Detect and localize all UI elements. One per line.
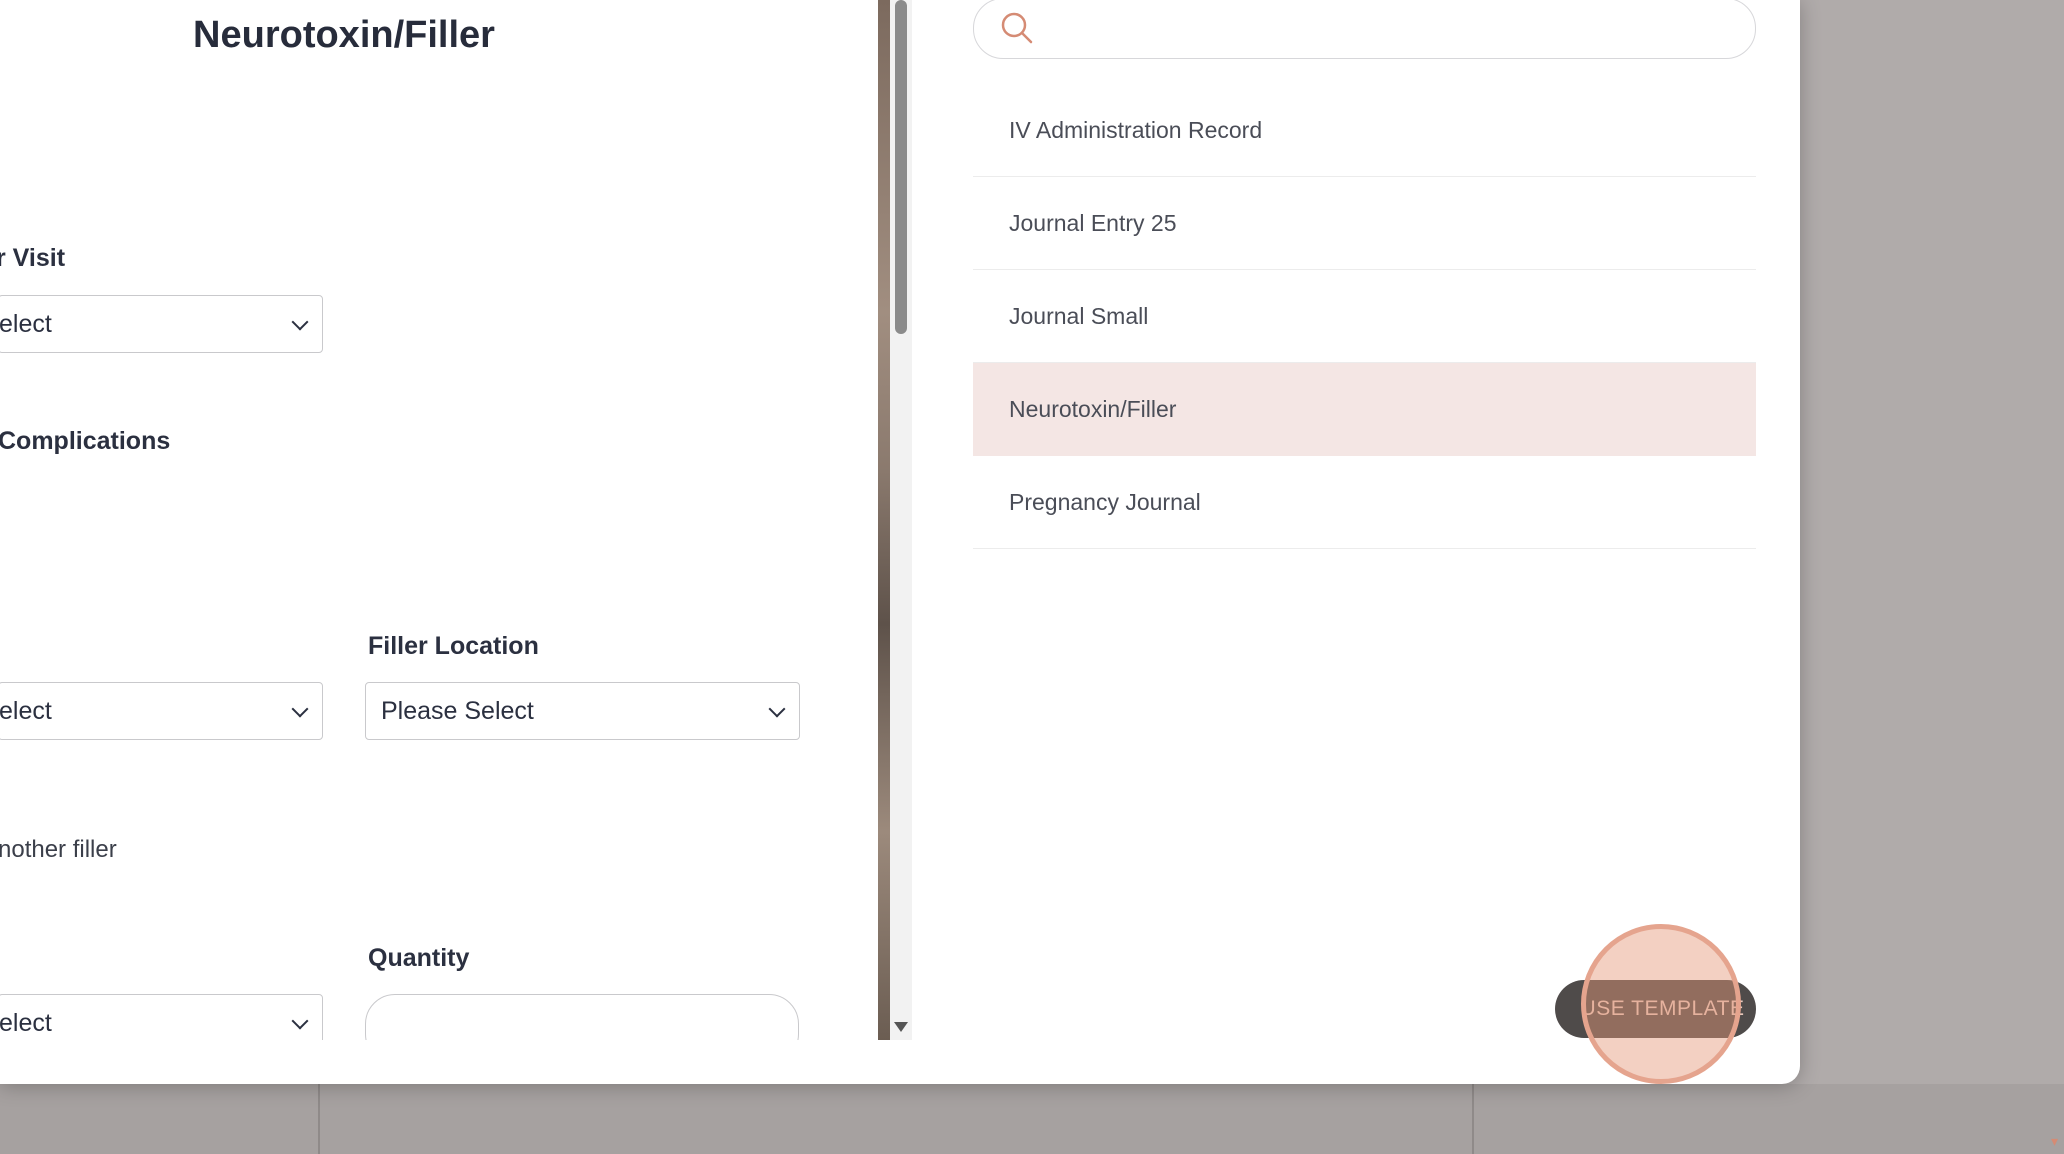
template-item-pregnancy-journal[interactable]: Pregnancy Journal [973,456,1756,549]
another-filler-text: nother filler [0,836,117,863]
preview-title: Neurotoxin/Filler [193,14,495,56]
template-search-input[interactable] [1044,7,1738,51]
template-modal: Neurotoxin/Filler r Visit elect Complica… [0,0,1800,1084]
chevron-down-icon [291,1012,309,1030]
template-preview: Neurotoxin/Filler r Visit elect Complica… [0,0,878,1040]
background-page-strip [0,1084,2064,1154]
chevron-down-icon [291,313,309,331]
filler-location-label: Filler Location [368,632,539,660]
chevron-down-icon [768,700,786,718]
filler-type-select-value: elect [0,696,52,725]
search-icon [1001,12,1033,44]
template-item-journal-entry-25[interactable]: Journal Entry 25 [973,177,1756,270]
page-scroll-down-icon[interactable]: ▾ [2051,1133,2058,1150]
template-item-journal-small[interactable]: Journal Small [973,270,1756,363]
template-item-neurotoxin-filler[interactable]: Neurotoxin/Filler [973,363,1756,456]
filler-type-select[interactable]: elect [0,682,323,740]
quantity-input[interactable] [365,994,799,1040]
template-item-iv-administration-record[interactable]: IV Administration Record [973,84,1756,177]
visit-label: r Visit [0,244,66,272]
background-divider [1472,1084,1474,1154]
product-select[interactable]: elect [0,994,323,1040]
background-photo-strip [878,0,890,1040]
chevron-down-icon [291,700,309,718]
use-template-button[interactable]: USE TEMPLATE [1555,980,1756,1038]
product-select-value: elect [0,1008,52,1037]
filler-location-select[interactable]: Please Select [365,682,800,740]
visit-select[interactable]: elect [0,295,323,353]
preview-scrollbar-thumb[interactable] [895,0,907,334]
scroll-down-arrow-icon[interactable] [894,1022,908,1032]
complications-label: Complications [0,427,171,455]
template-search[interactable] [973,0,1756,59]
visit-select-value: elect [0,309,52,338]
filler-location-select-value: Please Select [381,696,534,725]
quantity-label: Quantity [368,944,470,972]
background-divider [318,1084,320,1154]
template-list: IV Administration Record Journal Entry 2… [973,84,1756,549]
